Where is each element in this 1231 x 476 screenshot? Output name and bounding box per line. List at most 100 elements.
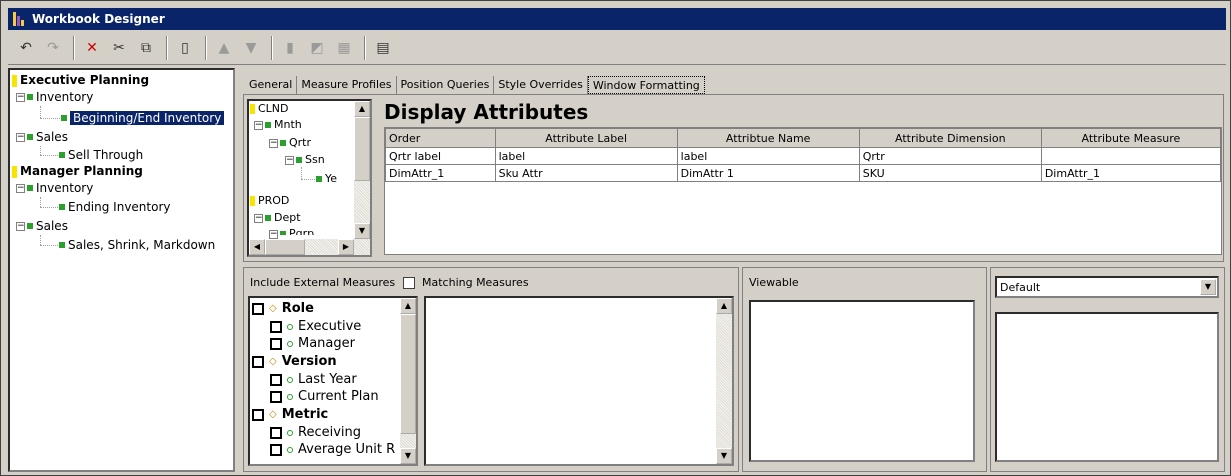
profile-select[interactable]: Default ▼ (995, 276, 1219, 298)
collapse-icon[interactable]: − (254, 214, 263, 223)
measure-checklist[interactable]: ◇ Role Executive Manager ◇ Version Last Ye… (248, 296, 418, 466)
tab-style-overrides[interactable]: Style Overrides (494, 76, 588, 94)
table-cell[interactable]: SKU (858, 164, 1042, 182)
item-current-plan[interactable]: Current Plan (270, 388, 379, 405)
delete-icon[interactable]: ✕ (80, 36, 104, 60)
dim-node-ye[interactable]: Ye (315, 171, 337, 187)
display-attributes-grid[interactable]: Order Attribute Label Attribtue Name Attrib… (384, 127, 1222, 255)
dim-node-prod[interactable]: PROD (250, 193, 289, 209)
collapse-icon[interactable]: − (269, 139, 278, 148)
table-cell[interactable]: Qrtr label (385, 147, 496, 165)
scroll-up-icon[interactable]: ▲ (400, 298, 416, 314)
table-cell[interactable]: DimAttr_1 (385, 164, 496, 182)
table-row[interactable]: Qrtr label label label Qrtr (385, 147, 1222, 165)
collapse-icon[interactable]: − (16, 222, 25, 231)
dim-tree-vertical-scrollbar[interactable]: ▲ ▼ (354, 101, 370, 239)
item-last-year[interactable]: Last Year (270, 371, 357, 388)
workbook-tree[interactable]: Executive Planning − Inventory Beginning… (8, 68, 235, 472)
tree-node-ending-inventory[interactable]: Ending Inventory (58, 199, 171, 215)
move-up-icon[interactable]: ▲ (212, 36, 236, 60)
collapse-icon[interactable]: − (16, 184, 25, 193)
tree-node-executive-planning[interactable]: Executive Planning (12, 72, 149, 88)
collapse-icon[interactable]: − (269, 230, 278, 239)
scroll-thumb[interactable] (400, 314, 416, 434)
dimension-tree[interactable]: CLND − Mnth − Qrtr − Ssn Ye PROD − Dept … (247, 99, 372, 257)
tab-position-queries[interactable]: Position Queries (397, 76, 495, 94)
column-header[interactable]: Attribute Measure (1040, 128, 1222, 148)
checklist-scrollbar[interactable]: ▲ ▼ (400, 298, 416, 464)
position-icon[interactable]: ◩ (305, 36, 329, 60)
item-receiving[interactable]: Receiving (270, 424, 361, 441)
undo-icon[interactable]: ↶ (14, 36, 38, 60)
scroll-down-icon[interactable]: ▼ (716, 448, 732, 464)
tree-node-sell-through[interactable]: Sell Through (58, 147, 143, 163)
checkbox[interactable] (270, 320, 282, 333)
measure-icon[interactable]: ▮ (278, 36, 302, 60)
checkbox[interactable] (252, 302, 264, 315)
column-header[interactable]: Attribute Label (494, 128, 678, 148)
tree-node-sales[interactable]: Sales (26, 129, 68, 145)
copy-icon[interactable]: ⧉ (134, 36, 158, 60)
checkbox[interactable] (270, 390, 282, 403)
profile-list[interactable] (995, 312, 1219, 462)
scroll-right-icon[interactable]: ▶ (338, 239, 354, 255)
column-header[interactable]: Attribtue Name (676, 128, 860, 148)
checkbox[interactable] (252, 355, 264, 368)
checkbox[interactable] (270, 426, 282, 439)
column-header[interactable]: Attribute Dimension (858, 128, 1042, 148)
tree-node-inventory[interactable]: Inventory (26, 89, 93, 105)
tab-window-formatting[interactable]: Window Formatting (587, 76, 705, 94)
table-cell[interactable]: Sku Attr (494, 164, 678, 182)
scroll-thumb[interactable] (354, 117, 370, 181)
table-cell[interactable]: label (494, 147, 678, 165)
checkbox[interactable] (252, 408, 264, 421)
item-executive[interactable]: Executive (270, 318, 361, 335)
grid-icon[interactable]: ▦ (332, 36, 356, 60)
table-row[interactable]: DimAttr_1 Sku Attr DimAttr 1 SKU DimAttr_1 (385, 164, 1222, 182)
collapse-icon[interactable]: − (285, 156, 294, 165)
scroll-up-icon[interactable]: ▲ (354, 101, 370, 117)
chevron-down-icon[interactable]: ▼ (1200, 279, 1216, 295)
viewable-list[interactable] (749, 300, 975, 462)
dim-node-pgrp[interactable]: Pgrp (279, 226, 314, 235)
matching-scrollbar[interactable]: ▲ ▼ (716, 298, 732, 464)
item-manager[interactable]: Manager (270, 335, 355, 352)
dim-tree-horizontal-scrollbar[interactable]: ◀ ▶ (249, 239, 370, 255)
table-cell[interactable] (1040, 147, 1222, 165)
dim-node-ssn[interactable]: Ssn (295, 152, 325, 168)
move-down-icon[interactable]: ▼ (239, 36, 263, 60)
scroll-thumb[interactable] (265, 239, 305, 255)
checkbox[interactable] (270, 373, 282, 386)
column-header[interactable]: Order (385, 128, 496, 148)
table-cell[interactable]: DimAttr_1 (1040, 164, 1222, 182)
dim-node-qrtr[interactable]: Qrtr (279, 135, 311, 151)
checkbox[interactable] (270, 337, 282, 350)
tree-node-manager-planning[interactable]: Manager Planning (12, 163, 143, 179)
matching-measures-list[interactable]: ▲ ▼ (424, 296, 734, 466)
dim-node-dept[interactable]: Dept (264, 210, 301, 226)
tab-measure-profiles[interactable]: Measure Profiles (297, 76, 397, 94)
group-version[interactable]: ◇ Version (252, 353, 337, 370)
collapse-icon[interactable]: − (16, 93, 25, 102)
collapse-icon[interactable]: − (16, 133, 25, 142)
item-average-unit[interactable]: Average Unit R (270, 441, 395, 458)
tree-node-inventory-2[interactable]: Inventory (26, 180, 93, 196)
cut-icon[interactable]: ✂ (107, 36, 131, 60)
tree-node-beginning-end-inventory[interactable]: Beginning/End Inventory (60, 110, 225, 126)
scroll-left-icon[interactable]: ◀ (249, 239, 265, 255)
table-cell[interactable]: label (676, 147, 860, 165)
dim-node-mnth[interactable]: Mnth (264, 117, 302, 133)
include-external-checkbox[interactable] (403, 276, 416, 289)
chart-icon[interactable]: ▤ (371, 36, 395, 60)
table-cell[interactable]: DimAttr 1 (676, 164, 860, 182)
checkbox[interactable] (270, 443, 282, 456)
scroll-down-icon[interactable]: ▼ (354, 223, 370, 239)
collapse-icon[interactable]: − (254, 121, 263, 130)
redo-icon[interactable]: ↷ (41, 36, 65, 60)
scroll-up-icon[interactable]: ▲ (716, 298, 732, 314)
paste-icon[interactable]: ▯ (173, 36, 197, 60)
group-metric[interactable]: ◇ Metric (252, 406, 328, 423)
dim-node-clnd[interactable]: CLND (250, 101, 289, 117)
tab-general[interactable]: General (245, 76, 298, 94)
tree-node-sales-2[interactable]: Sales (26, 218, 68, 234)
